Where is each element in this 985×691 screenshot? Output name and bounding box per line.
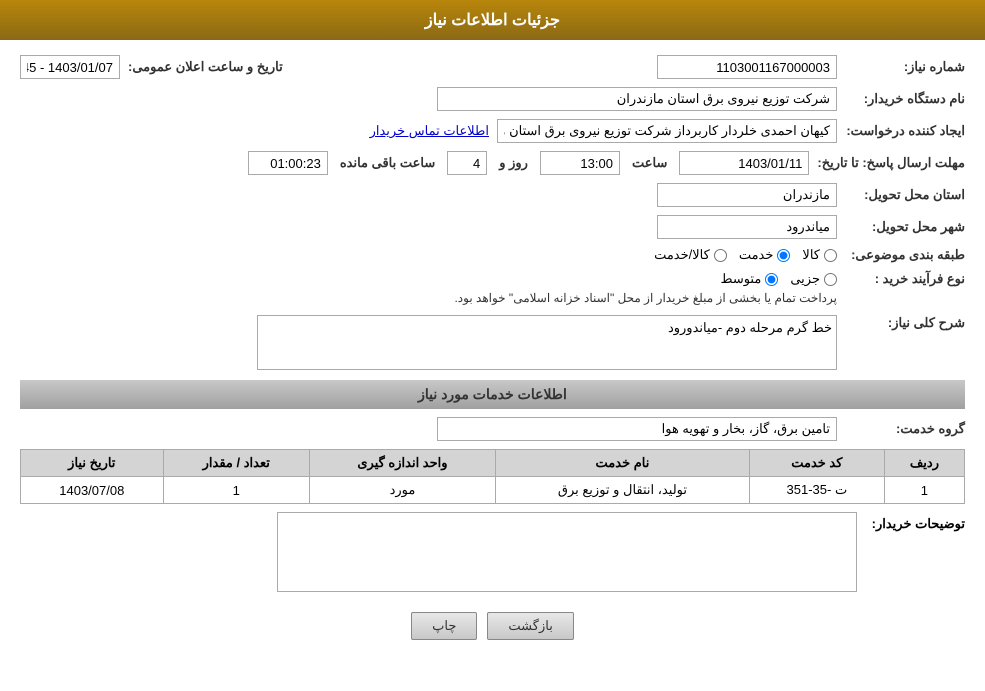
delivery-province-row: استان محل تحویل: — [20, 183, 965, 207]
buyer-org-label: نام دستگاه خریدار: — [845, 91, 965, 107]
buyer-desc-label: توضیحات خریدار: — [865, 512, 965, 532]
delivery-city-input[interactable] — [657, 215, 837, 239]
page-title: جزئیات اطلاعات نیاز — [425, 12, 560, 29]
response-deadline-row: مهلت ارسال پاسخ: تا تاریخ: ساعت روز و سا… — [20, 151, 965, 175]
col-quantity: تعداد / مقدار — [163, 450, 309, 477]
page-header: جزئیات اطلاعات نیاز — [0, 0, 985, 40]
table-row: 1ت -35-351تولید، انتقال و توزیع برقمورد1… — [21, 477, 965, 504]
col-code: کد خدمت — [749, 450, 884, 477]
creator-label: ایجاد کننده درخواست: — [845, 123, 965, 139]
service-group-input[interactable] — [437, 417, 837, 441]
purchase-type-label: نوع فرآیند خرید : — [845, 271, 965, 287]
purchase-option-jozi[interactable]: جزیی — [790, 271, 837, 287]
announcement-datetime-input[interactable] — [20, 55, 120, 79]
purchase-note: پرداخت تمام یا بخشی از مبلغ خریدار از مح… — [454, 291, 837, 305]
contact-info-link[interactable]: اطلاعات تماس خریدار — [370, 123, 489, 139]
buyer-desc-section: توضیحات خریدار: — [20, 512, 965, 592]
buyer-desc-textarea[interactable] — [277, 512, 857, 592]
need-number-input[interactable] — [657, 55, 837, 79]
response-deadline-label: مهلت ارسال پاسخ: تا تاریخ: — [817, 155, 965, 171]
col-row: ردیف — [884, 450, 964, 477]
need-number-label: شماره نیاز: — [845, 59, 965, 75]
class-option-khedmat[interactable]: خدمت — [739, 247, 791, 263]
delivery-province-label: استان محل تحویل: — [845, 187, 965, 203]
delivery-province-input[interactable] — [657, 183, 837, 207]
services-table: ردیف کد خدمت نام خدمت واحد اندازه گیری ت… — [20, 449, 965, 504]
purchase-option-motavset[interactable]: متوسط — [720, 271, 778, 287]
creator-input[interactable] — [497, 119, 837, 143]
response-time-input[interactable] — [540, 151, 620, 175]
buyer-org-row: نام دستگاه خریدار: — [20, 87, 965, 111]
class-option-kala-khedmat[interactable]: کالا/خدمت — [654, 247, 727, 263]
purchase-type-radio-group: جزیی متوسط — [454, 271, 837, 287]
classification-label: طبقه بندی موضوعی: — [845, 247, 965, 263]
response-days-input[interactable] — [447, 151, 487, 175]
purchase-type-row: نوع فرآیند خرید : جزیی متوسط پرداخت تمام… — [20, 271, 965, 305]
need-summary-section: شرح کلی نیاز: خط گرم مرحله دوم -میاندورو… — [20, 315, 965, 370]
response-date-input[interactable] — [679, 151, 809, 175]
delivery-city-row: شهر محل تحویل: — [20, 215, 965, 239]
class-option-kala[interactable]: کالا — [802, 247, 837, 263]
services-table-container: ردیف کد خدمت نام خدمت واحد اندازه گیری ت… — [20, 449, 965, 504]
footer-buttons: بازگشت چاپ — [20, 612, 965, 660]
services-section-title: اطلاعات خدمات مورد نیاز — [20, 380, 965, 409]
back-button[interactable]: بازگشت — [487, 612, 573, 640]
need-summary-textarea[interactable]: خط گرم مرحله دوم -میاندورود — [257, 315, 837, 370]
announcement-datetime-label: تاریخ و ساعت اعلان عمومی: — [128, 59, 283, 75]
need-summary-label: شرح کلی نیاز: — [845, 315, 965, 331]
delivery-city-label: شهر محل تحویل: — [845, 219, 965, 235]
col-date: تاریخ نیاز — [21, 450, 164, 477]
need-number-row: شماره نیاز: تاریخ و ساعت اعلان عمومی: — [20, 55, 965, 79]
col-unit: واحد اندازه گیری — [309, 450, 495, 477]
buyer-org-input[interactable] — [437, 87, 837, 111]
creator-row: ایجاد کننده درخواست: اطلاعات تماس خریدار — [20, 119, 965, 143]
service-group-label: گروه خدمت: — [845, 421, 965, 437]
response-time-label: ساعت — [632, 155, 667, 171]
response-remaining-input[interactable] — [248, 151, 328, 175]
classification-radio-group: کالا خدمت کالا/خدمت — [654, 247, 837, 263]
classification-row: طبقه بندی موضوعی: کالا خدمت کالا/خدمت — [20, 247, 965, 263]
print-button[interactable]: چاپ — [411, 612, 477, 640]
service-group-row: گروه خدمت: — [20, 417, 965, 441]
response-remaining-label: ساعت باقی مانده — [340, 155, 435, 171]
col-name: نام خدمت — [496, 450, 750, 477]
response-days-label: روز و — [499, 155, 528, 171]
